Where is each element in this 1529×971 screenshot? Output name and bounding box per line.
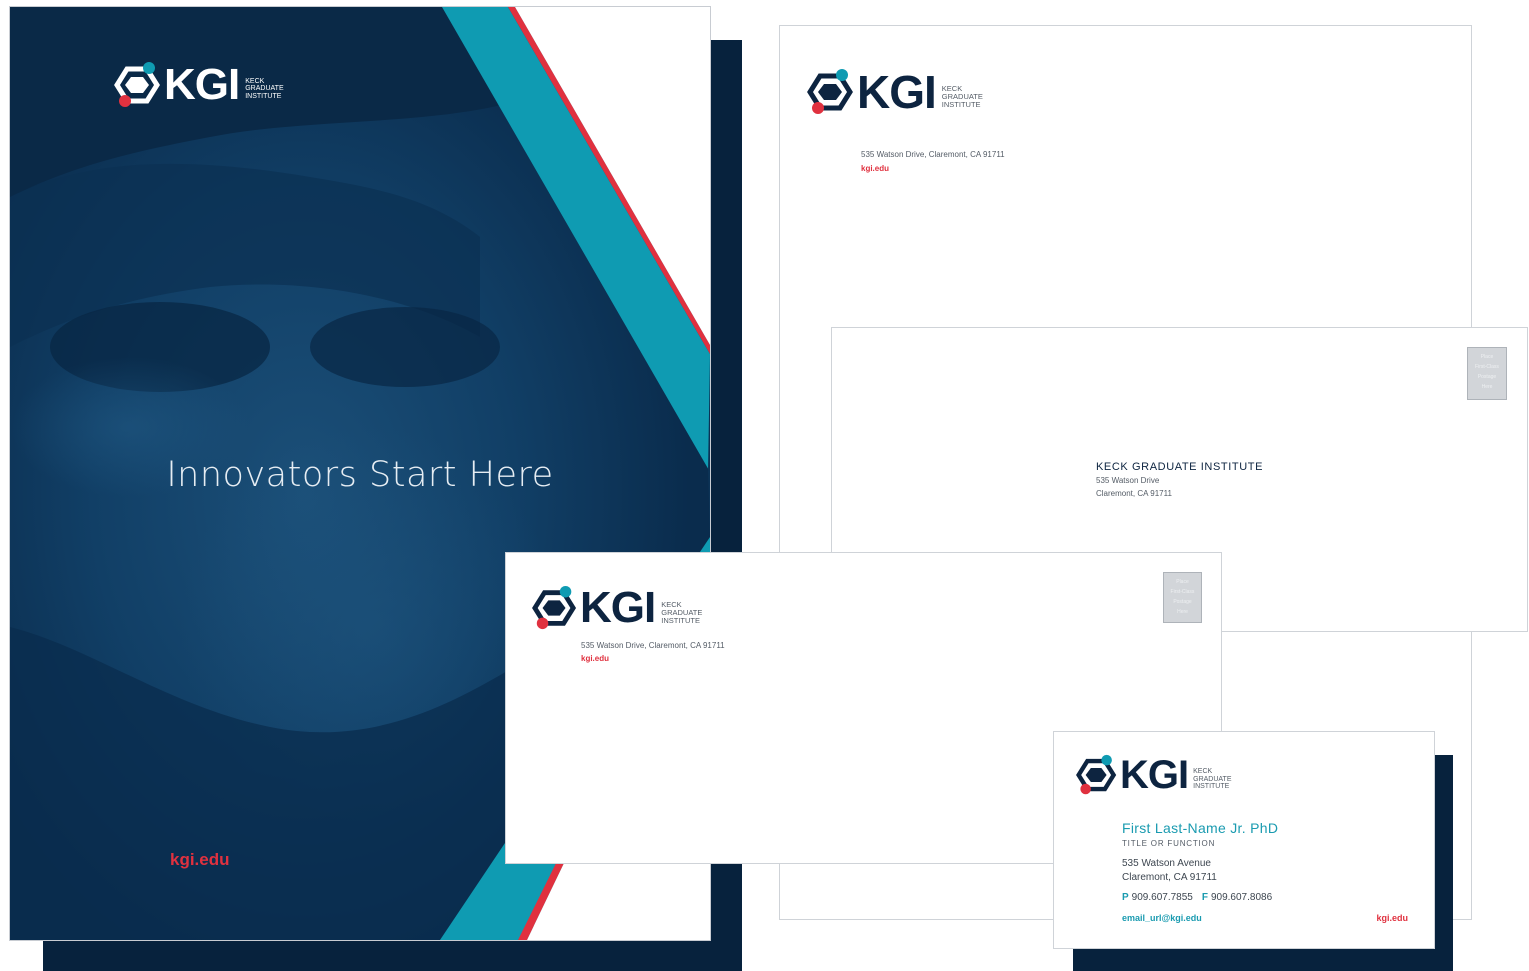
card-person-name: First Last-Name Jr. PhD bbox=[1122, 820, 1279, 836]
card-url: kgi.edu bbox=[1376, 913, 1408, 923]
letterhead-address: 535 Watson Drive, Claremont, CA 91711 bbox=[861, 150, 1005, 159]
logo-subtitle: KECK GRADUATE INSTITUTE bbox=[941, 84, 983, 109]
cover-url: kgi.edu bbox=[170, 850, 230, 869]
hexagon-molecule-icon bbox=[1076, 754, 1117, 795]
card-logo: KGI KECK GRADUATE INSTITUTE bbox=[1076, 754, 1232, 796]
letterhead-url: kgi.edu bbox=[861, 164, 890, 173]
hexagon-molecule-icon bbox=[114, 62, 160, 107]
card-address-line2: Claremont, CA 91711 bbox=[1122, 872, 1217, 883]
logo-subtitle: KECK GRADUATE INSTITUTE bbox=[245, 77, 284, 100]
letterhead-logo: KGI KECK GRADUATE INSTITUTE bbox=[807, 68, 983, 116]
logo-wordmark: KGI bbox=[857, 66, 937, 118]
postage-stamp-box: Place First-Class Postage Here bbox=[1163, 572, 1202, 623]
logo-subtitle: KECK GRADUATE INSTITUTE bbox=[661, 600, 703, 625]
envelope-return-address: 535 Watson Drive, Claremont, CA 91711 bbox=[581, 641, 725, 650]
fax-number: 909.607.8086 bbox=[1210, 892, 1273, 903]
cover-headline: Innovators Start Here bbox=[166, 455, 554, 495]
envelope-logo: KGI KECK GRADUATE INSTITUTE bbox=[532, 585, 702, 631]
logo-wordmark: KGI bbox=[1120, 753, 1189, 797]
folder-logo: KGI KECK GRADUATE INSTITUTE bbox=[114, 61, 284, 109]
business-card: KGI KECK GRADUATE INSTITUTE First Last-N… bbox=[1053, 731, 1435, 949]
recipient-address-line2: Claremont, CA 91711 bbox=[1096, 489, 1172, 498]
recipient-address-line1: 535 Watson Drive bbox=[1096, 476, 1160, 485]
recipient-name: KECK GRADUATE INSTITUTE bbox=[1096, 461, 1263, 473]
envelope-url: kgi.edu bbox=[581, 654, 610, 663]
phone-label: P bbox=[1122, 892, 1129, 903]
hexagon-molecule-icon bbox=[807, 69, 853, 114]
postage-stamp-box: Place First-Class Postage Here bbox=[1467, 347, 1507, 400]
logo-wordmark: KGI bbox=[580, 583, 656, 632]
phone-number: 909.607.7855 bbox=[1131, 892, 1193, 903]
logo-wordmark: KGI bbox=[164, 60, 240, 109]
fax-label: F bbox=[1201, 892, 1208, 903]
logo-subtitle: KECK GRADUATE INSTITUTE bbox=[1193, 768, 1232, 791]
hexagon-molecule-icon bbox=[532, 585, 577, 630]
card-phone-fax: P 909.607.7855 F 909.607.8086 bbox=[1122, 892, 1272, 903]
card-email: email_url@kgi.edu bbox=[1122, 913, 1202, 923]
card-job-title: TITLE OR FUNCTION bbox=[1122, 839, 1216, 848]
card-address-line1: 535 Watson Avenue bbox=[1122, 858, 1211, 869]
